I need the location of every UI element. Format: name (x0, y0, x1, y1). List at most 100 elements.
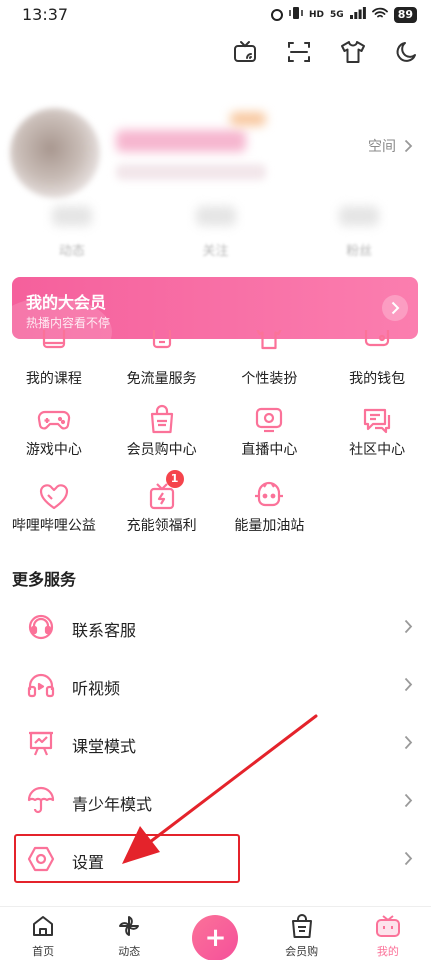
grid-item-dress-up[interactable]: 个性装扮 (216, 330, 324, 400)
nav-label: 首页 (32, 945, 55, 958)
tshirt-icon[interactable] (339, 38, 367, 66)
tv-icon (375, 913, 401, 939)
grid-label: 社区中心 (349, 442, 406, 458)
space-label: 空间 (368, 139, 396, 155)
annotation-highlight-box (14, 834, 240, 883)
nav-label: 我的 (376, 945, 399, 958)
service-item-classroom-mode[interactable]: 课堂模式 (0, 716, 431, 774)
grid-item-my-course[interactable]: 我的课程 (0, 330, 108, 400)
course-icon (34, 330, 74, 356)
grid-item-energy-rewards[interactable]: 1 充能领福利 (108, 470, 216, 552)
plus-icon[interactable]: + (192, 915, 239, 960)
signal-icon (349, 7, 366, 22)
chevron-right-icon (404, 735, 413, 750)
tv-icon[interactable] (231, 38, 259, 66)
stat-following[interactable]: 关注 (144, 200, 288, 259)
umbrella-icon (26, 786, 56, 816)
notification-badge: 1 (165, 470, 184, 488)
service-label: 听视频 (72, 679, 121, 698)
live-icon (249, 400, 289, 440)
data-free-icon (142, 330, 182, 356)
chevron-right-icon (404, 677, 413, 692)
heart-icon (34, 476, 74, 516)
stat-label: 粉丝 (346, 244, 373, 259)
nav-publish[interactable]: + (172, 907, 258, 960)
username-blurred (116, 130, 246, 152)
grid-label: 能量加油站 (234, 518, 305, 534)
avatar[interactable] (10, 108, 100, 198)
grid-label: 我的课程 (25, 371, 82, 387)
grid-item-wallet[interactable]: 我的钱包 (323, 330, 431, 400)
grid-item-energy-station[interactable]: 能量加油站 (216, 476, 324, 552)
nav-home[interactable]: 首页 (0, 907, 86, 960)
stat-fans[interactable]: 粉丝 (287, 200, 431, 259)
chevron-right-icon (404, 619, 413, 634)
grid-label: 免流量服务 (126, 371, 197, 387)
nav-mine[interactable]: 我的 (345, 907, 431, 960)
status-icons: HD 5G 89 (271, 6, 417, 23)
stat-label: 关注 (202, 244, 229, 259)
stat-count-blurred (195, 206, 236, 226)
gamepad-icon (34, 400, 74, 440)
service-item-listen-video[interactable]: 听视频 (0, 658, 431, 716)
grid-item-charity[interactable]: 哔哩哔哩公益 (0, 476, 108, 552)
nav-dynamics[interactable]: 动态 (86, 907, 172, 960)
nav-label: 会员购 (285, 945, 319, 958)
shopping-bag-icon (289, 913, 315, 939)
service-grid: 我的课程 免流量服务 个性装扮 我的钱包 游戏中心 会员购中心 直播中心 社区中… (0, 330, 431, 552)
stat-label: 动态 (58, 244, 85, 259)
user-info-blurred (116, 164, 266, 180)
grid-item-data-free[interactable]: 免流量服务 (108, 330, 216, 400)
alarm-icon (271, 8, 284, 21)
network-5g-tag: 5G (330, 9, 344, 20)
grid-label: 个性装扮 (241, 371, 298, 387)
grid-label: 游戏中心 (25, 442, 82, 458)
battery-indicator: 89 (393, 6, 417, 23)
grid-row: 我的课程 免流量服务 个性装扮 我的钱包 (0, 330, 431, 400)
grid-item-mall[interactable]: 会员购中心 (108, 400, 216, 476)
gift-icon: 1 (142, 470, 184, 516)
tshirt-icon (249, 330, 289, 356)
home-icon (30, 913, 56, 939)
nav-label: 动态 (118, 945, 141, 958)
grid-row: 哔哩哔哩公益 1 充能领福利 能量加油站 (0, 470, 431, 552)
chevron-right-icon (404, 851, 413, 866)
headphones-icon (26, 670, 56, 700)
more-services-title: 更多服务 (12, 570, 77, 589)
space-link[interactable]: 空间 (368, 136, 413, 156)
chat-icon (357, 400, 397, 440)
chevron-right-icon (382, 295, 408, 321)
top-toolbar (231, 38, 421, 66)
nav-mall[interactable]: 会员购 (259, 907, 345, 960)
stat-dynamics[interactable]: 动态 (0, 200, 144, 259)
service-item-customer-service[interactable]: 联系客服 (0, 600, 431, 658)
stat-count-blurred (51, 206, 92, 226)
profile-stats: 动态 关注 粉丝 (0, 200, 431, 259)
shopping-bag-icon (142, 400, 182, 440)
headset-icon (26, 612, 56, 642)
chevron-right-icon (404, 793, 413, 808)
scan-icon[interactable] (285, 38, 313, 66)
service-label: 青少年模式 (72, 795, 153, 814)
grid-label: 哔哩哔哩公益 (11, 518, 96, 534)
grid-row: 游戏中心 会员购中心 直播中心 社区中心 (0, 400, 431, 476)
service-label: 课堂模式 (72, 737, 137, 756)
level-badge-blurred (230, 112, 266, 126)
service-item-teen-mode[interactable]: 青少年模式 (0, 774, 431, 832)
classroom-icon (26, 728, 56, 758)
grid-item-community[interactable]: 社区中心 (323, 400, 431, 476)
grid-label: 会员购中心 (126, 442, 197, 458)
grid-item-game-center[interactable]: 游戏中心 (0, 400, 108, 476)
profile-header[interactable]: 空间 动态 关注 粉丝 (0, 100, 431, 260)
energy-icon (249, 476, 289, 516)
vip-subtitle: 热播内容看不停 (26, 316, 111, 330)
wifi-icon (371, 7, 388, 22)
service-label: 联系客服 (72, 621, 137, 640)
grid-item-live-center[interactable]: 直播中心 (216, 400, 324, 476)
chevron-right-icon (404, 139, 413, 153)
vip-title: 我的大会员 (26, 293, 107, 312)
grid-label: 充能领福利 (126, 518, 197, 534)
wallet-icon (357, 330, 397, 356)
pinwheel-icon (116, 913, 142, 939)
moon-icon[interactable] (393, 38, 421, 66)
